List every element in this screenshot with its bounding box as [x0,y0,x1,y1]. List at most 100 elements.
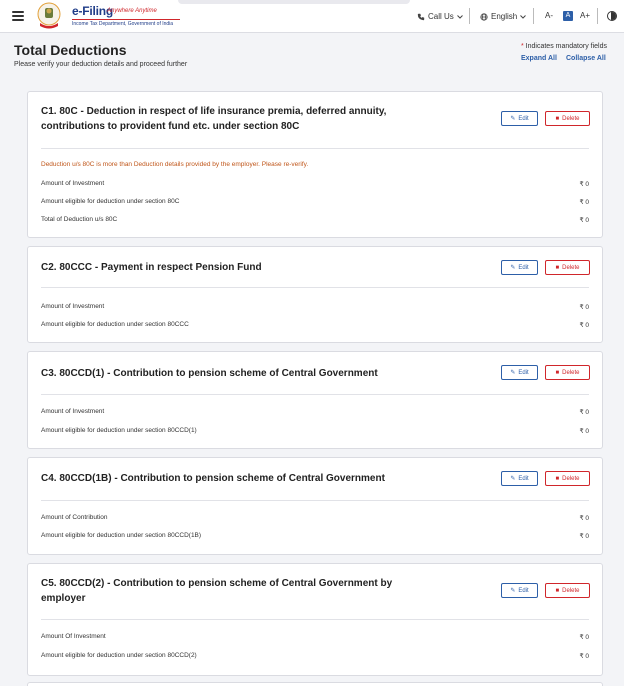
edit-button[interactable]: ✎ Edit [501,365,538,380]
row-value: ₹ 0 [579,634,589,641]
row-label: Amount Of Investment [41,633,106,640]
delete-label: Delete [562,264,580,271]
font-increase-button[interactable]: A+ [580,11,590,20]
edit-label: Edit [518,369,529,376]
card-divider [41,619,589,620]
row-value: ₹ 0 [579,409,589,416]
deduction-card-next [27,682,603,686]
brand-subtitle: Income Tax Department, Government of Ind… [72,19,180,27]
row-value: ₹ 0 [579,181,589,188]
mandatory-note: * Indicates mandatory fields [521,43,607,50]
card-title-line: employer [41,593,86,604]
header-divider [533,8,534,24]
row-label: Amount eligible for deduction under sect… [41,532,202,539]
page-subtitle: Please verify your deduction details and… [14,61,188,68]
call-us-menu[interactable]: Call Us [417,12,463,21]
font-decrease-button[interactable]: A- [545,11,553,20]
globe-icon [480,12,488,21]
contrast-icon[interactable] [607,11,617,21]
emblem-logo[interactable] [36,2,62,30]
delete-button[interactable]: ■ Delete [545,471,590,486]
card-divider [41,148,589,149]
card-title-line: C1. 80C - Deduction in respect of life i… [41,106,387,117]
card-title: C2. 80CCC - Payment in respect Pension F… [41,262,262,273]
row-label: Amount of Investment [41,408,105,415]
delete-label: Delete [562,115,580,122]
card-title: C1. 80C - Deduction in respect of life i… [41,104,386,134]
card-divider [41,394,589,395]
row-value: ₹ 0 [579,304,589,311]
row-label: Amount of Contribution [41,514,108,521]
mandatory-text: Indicates mandatory fields [525,43,607,50]
edit-label: Edit [518,587,529,594]
header-divider [597,8,598,24]
top-strip [178,0,410,4]
delete-label: Delete [562,587,580,594]
row-label: Amount eligible for deduction under sect… [41,652,197,659]
row-label: Amount of Investment [41,180,105,187]
trash-icon: ■ [555,587,560,594]
row-value: ₹ 0 [579,428,589,435]
trash-icon: ■ [555,264,560,271]
menu-icon[interactable] [12,11,24,21]
header-divider [469,8,470,24]
chevron-down-icon [520,14,527,19]
deduction-card-80ccd2: C5. 80CCD(2) - Contribution to pension s… [27,563,603,676]
pencil-icon: ✎ [510,587,516,594]
card-title: C5. 80CCD(2) - Contribution to pension s… [41,576,392,606]
language-label: English [491,12,518,21]
edit-label: Edit [518,115,529,122]
page-title: Total Deductions [14,42,127,58]
row-value: ₹ 0 [579,515,589,522]
delete-label: Delete [562,475,580,482]
edit-button[interactable]: ✎ Edit [501,260,538,275]
card-divider [41,500,589,501]
mandatory-star: * [520,43,524,50]
chevron-down-icon [456,14,463,19]
pencil-icon: ✎ [510,115,516,122]
delete-label: Delete [562,369,580,376]
delete-button[interactable]: ■ Delete [545,111,590,126]
expand-all-link[interactable]: Expand All [521,55,557,62]
card-title-line: C5. 80CCD(2) - Contribution to pension s… [41,578,393,589]
pencil-icon: ✎ [510,475,516,482]
card-title: C4. 80CCD(1B) - Contribution to pension … [41,473,385,484]
call-us-label: Call Us [428,12,454,21]
row-value: ₹ 0 [579,217,589,224]
brand-tagline: Anywhere Anytime [107,8,157,14]
edit-label: Edit [518,264,529,271]
pencil-icon: ✎ [510,264,516,271]
delete-button[interactable]: ■ Delete [545,260,590,275]
delete-button[interactable]: ■ Delete [545,365,590,380]
warning-message: Deduction u/s 80C is more than Deduction… [41,161,309,168]
edit-button[interactable]: ✎ Edit [501,111,538,126]
row-label: Amount eligible for deduction under sect… [41,321,189,328]
language-menu[interactable]: English [480,12,527,21]
delete-button[interactable]: ■ Delete [545,583,590,598]
trash-icon: ■ [555,475,560,482]
card-divider [41,287,589,288]
edit-label: Edit [518,475,529,482]
deduction-card-80ccd1: C3. 80CCD(1) - Contribution to pension s… [27,351,603,449]
font-normal-button[interactable]: A [563,11,573,21]
row-label: Total of Deduction u/s 80C [41,216,118,223]
phone-icon [417,13,425,20]
row-value: ₹ 0 [579,533,589,540]
row-label: Amount eligible for deduction under sect… [41,198,180,205]
row-label: Amount eligible for deduction under sect… [41,427,197,434]
collapse-all-link[interactable]: Collapse All [566,55,606,62]
trash-icon: ■ [555,369,560,376]
row-value: ₹ 0 [579,199,589,206]
row-value: ₹ 0 [579,322,589,329]
deduction-card-80ccd1b: C4. 80CCD(1B) - Contribution to pension … [27,457,603,555]
row-label: Amount of Investment [41,303,105,310]
deduction-card-80c: C1. 80C - Deduction in respect of life i… [27,91,603,238]
top-header: e-Filing Anywhere Anytime Income Tax Dep… [0,0,624,33]
deduction-card-80ccc: C2. 80CCC - Payment in respect Pension F… [27,246,603,343]
edit-button[interactable]: ✎ Edit [501,583,538,598]
trash-icon: ■ [555,115,560,122]
edit-button[interactable]: ✎ Edit [501,471,538,486]
pencil-icon: ✎ [510,369,516,376]
row-value: ₹ 0 [579,653,589,660]
card-title: C3. 80CCD(1) - Contribution to pension s… [41,368,378,379]
